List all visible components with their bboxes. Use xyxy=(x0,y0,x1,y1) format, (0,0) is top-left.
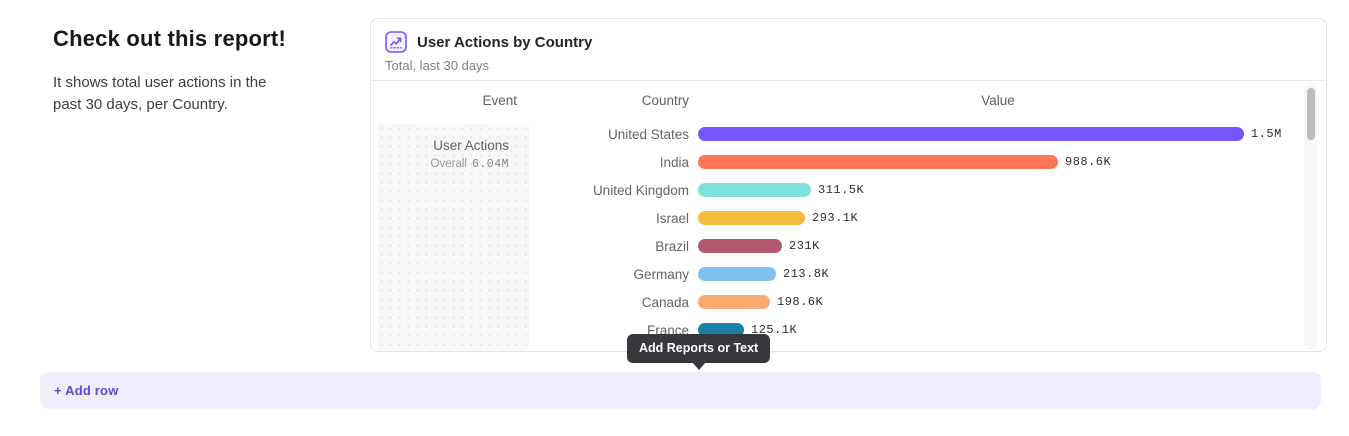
report-card: User Actions by Country Total, last 30 d… xyxy=(370,18,1327,352)
bar-wrap: 988.6K xyxy=(698,155,1304,169)
chart-row: Brazil 231K xyxy=(371,232,1304,260)
bar-value-label: 231K xyxy=(789,239,820,253)
bar-wrap: 293.1K xyxy=(698,211,1304,225)
chart-row: Israel 293.1K xyxy=(371,204,1304,232)
scrollbar-track[interactable] xyxy=(1304,84,1317,349)
country-label: United Kingdom xyxy=(371,183,689,198)
bar-value-label: 1.5M xyxy=(1251,127,1282,141)
chart-row: France125.1K xyxy=(371,316,1304,344)
country-label: Brazil xyxy=(371,239,689,254)
page-title: Check out this report! xyxy=(53,26,303,52)
chart-row: United States 1.5M xyxy=(371,120,1304,148)
chart-row: Canada 198.6K xyxy=(371,288,1304,316)
bar-wrap: 311.5K xyxy=(698,183,1304,197)
bar[interactable] xyxy=(698,127,1244,141)
report-subtitle: Total, last 30 days xyxy=(385,58,1312,73)
report-card-header[interactable]: User Actions by Country Total, last 30 d… xyxy=(371,19,1326,81)
column-headers: Event Country Value xyxy=(371,81,1326,119)
bar-value-label: 988.6K xyxy=(1065,155,1111,169)
bar-value-label: 198.6K xyxy=(777,295,823,309)
add-reports-tooltip: Add Reports or Text xyxy=(627,334,770,363)
country-label: Canada xyxy=(371,295,689,310)
bar[interactable] xyxy=(698,239,782,253)
bar-wrap: 231K xyxy=(698,239,1304,253)
bar-value-label: 213.8K xyxy=(783,267,829,281)
chart-row: Germany 213.8K xyxy=(371,260,1304,288)
tooltip-label: Add Reports or Text xyxy=(639,341,758,355)
column-header-event: Event xyxy=(371,93,529,108)
bar[interactable] xyxy=(698,155,1058,169)
page-description: It shows total user actions in the past … xyxy=(53,72,291,116)
chart-row: United Kingdom 311.5K xyxy=(371,176,1304,204)
report-title: User Actions by Country xyxy=(417,34,592,51)
country-label: Germany xyxy=(371,267,689,282)
add-row-label: + Add row xyxy=(54,383,119,398)
bar[interactable] xyxy=(698,295,770,309)
chart-row: India 988.6K xyxy=(371,148,1304,176)
bar-wrap: 125.1K xyxy=(698,323,1304,337)
bar[interactable] xyxy=(698,267,776,281)
bar-wrap: 213.8K xyxy=(698,267,1304,281)
bar-value-label: 293.1K xyxy=(812,211,858,225)
scrollbar-thumb[interactable] xyxy=(1307,88,1315,140)
country-label: Israel xyxy=(371,211,689,226)
country-label: India xyxy=(371,155,689,170)
column-header-value: Value xyxy=(689,93,1307,108)
bar-wrap: 1.5M xyxy=(698,127,1304,141)
chart-rows: United States 1.5M India 988.6K United Kingd… xyxy=(371,120,1304,344)
bar-value-label: 311.5K xyxy=(818,183,864,197)
add-row-button[interactable]: + Add row xyxy=(40,372,1321,409)
insights-report-icon xyxy=(385,31,407,53)
intro-section: Check out this report! It shows total us… xyxy=(53,26,303,116)
column-header-country: Country xyxy=(529,93,689,108)
country-label: United States xyxy=(371,127,689,142)
bar[interactable] xyxy=(698,211,805,225)
bar[interactable] xyxy=(698,183,811,197)
bar-wrap: 198.6K xyxy=(698,295,1304,309)
bar-chart-area: Event Country Value User Actions Overall… xyxy=(371,81,1326,351)
